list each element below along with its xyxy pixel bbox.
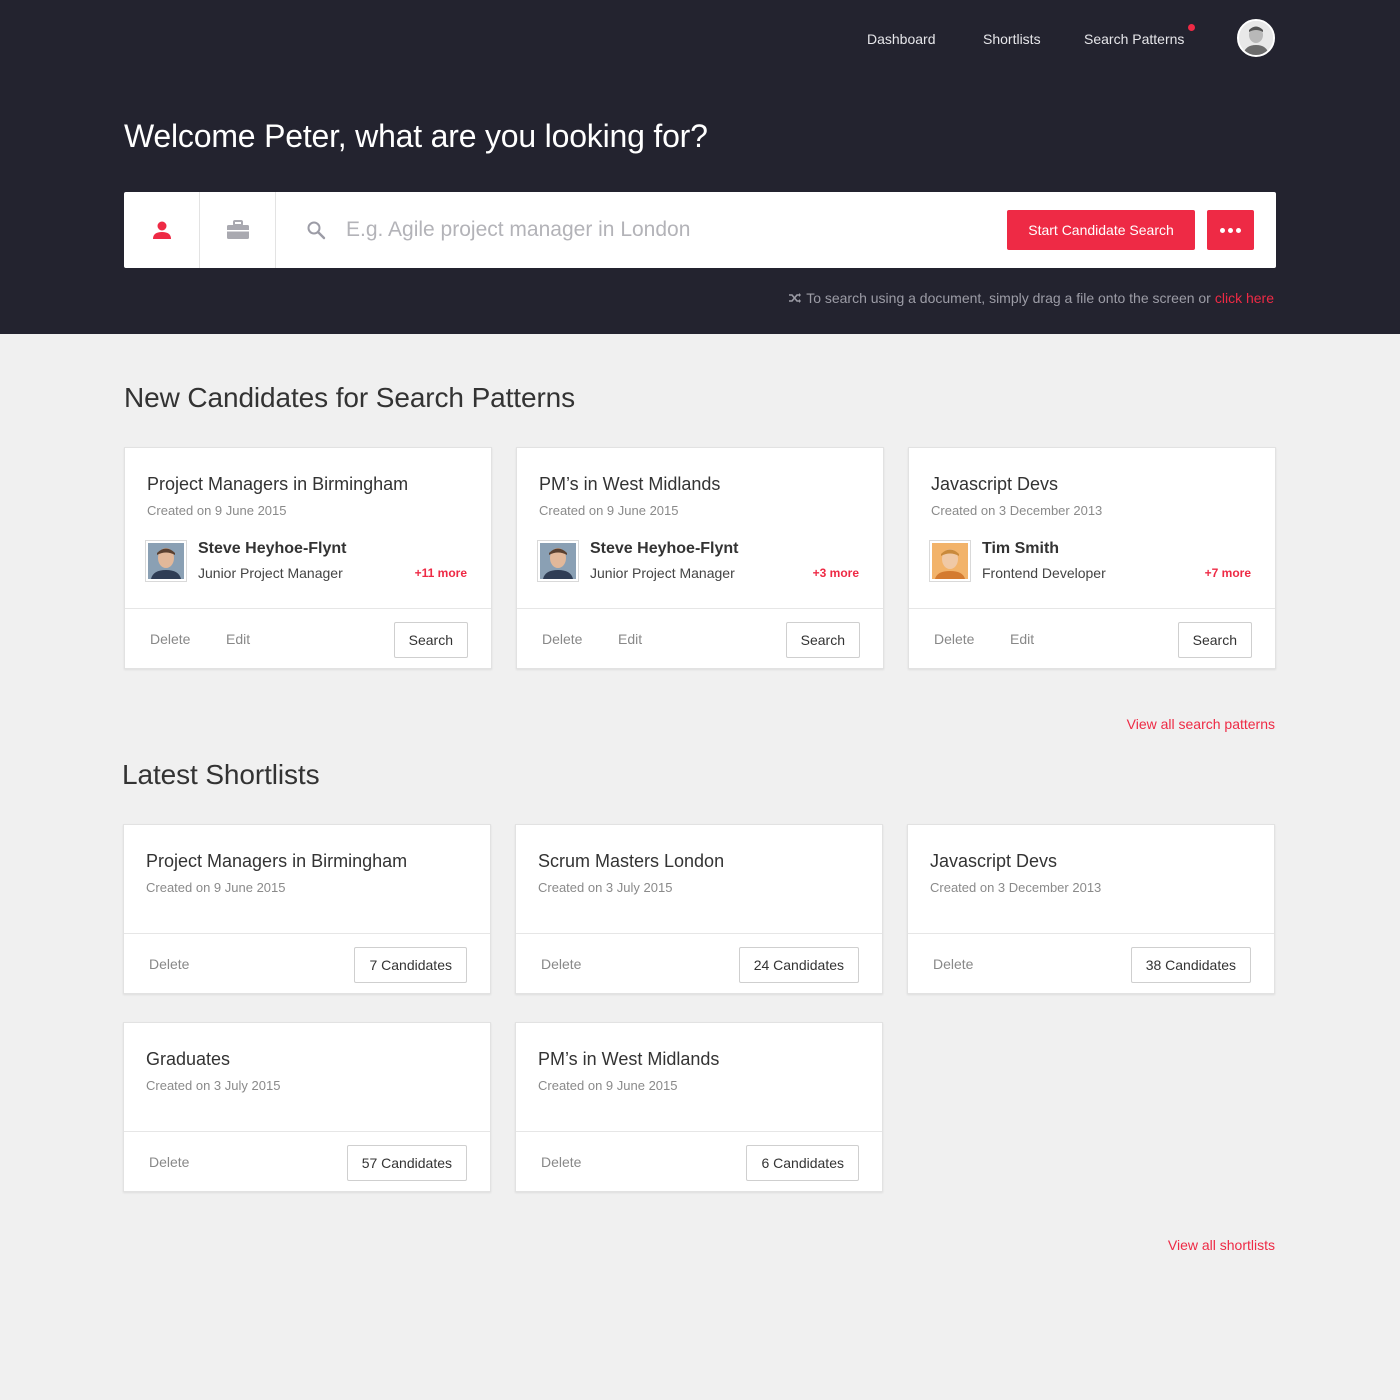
nav-shortlists[interactable]: Shortlists — [983, 31, 1041, 47]
document-search-hint: To search using a document, simply drag … — [788, 290, 1274, 306]
search-bar: Start Candidate Search — [124, 192, 1276, 268]
more-candidates-link[interactable]: +3 more — [813, 566, 859, 580]
candidate-photo[interactable] — [537, 540, 579, 582]
card-date: Created on 9 June 2015 — [147, 503, 287, 518]
card-title: PM’s in West Midlands — [538, 1049, 720, 1069]
job-tab[interactable] — [200, 192, 276, 268]
search-pattern-card: PM’s in West Midlands Created on 9 June … — [516, 447, 884, 669]
candidate-avatar-icon — [540, 543, 576, 579]
view-all-search-patterns-link[interactable]: View all search patterns — [1127, 716, 1275, 732]
shortlist-card: Graduates Created on 3 July 2015 Delete … — [123, 1022, 491, 1192]
card-title: Project Managers in Birmingham — [146, 851, 408, 871]
card-date: Created on 9 June 2015 — [539, 503, 679, 518]
card-date: Created on 3 December 2013 — [930, 880, 1102, 895]
shortlist-card: Scrum Masters London Created on 3 July 2… — [515, 824, 883, 994]
candidate-name[interactable]: Steve Heyhoe-Flynt — [590, 540, 738, 558]
delete-button[interactable]: Delete — [934, 631, 974, 647]
more-candidates-link[interactable]: +11 more — [415, 566, 467, 580]
card-footer: Delete Edit Search — [909, 608, 1275, 668]
card-title: Scrum Masters London — [538, 851, 725, 871]
candidate-tab[interactable] — [124, 192, 200, 268]
card-date: Created on 9 June 2015 — [146, 880, 286, 895]
search-input[interactable] — [346, 212, 986, 248]
card-footer: Delete 57 Candidates — [124, 1131, 490, 1191]
candidate-avatar-icon — [148, 543, 184, 579]
edit-button[interactable]: Edit — [226, 631, 250, 647]
search-icon — [307, 221, 326, 240]
avatar-icon — [1239, 21, 1273, 55]
card-footer: Delete Edit Search — [517, 608, 883, 668]
more-candidates-link[interactable]: +7 more — [1205, 566, 1251, 580]
card-date: Created on 9 June 2015 — [538, 1078, 678, 1093]
search-button[interactable]: Search — [393, 622, 468, 658]
search-button[interactable]: Search — [785, 622, 860, 658]
briefcase-icon — [226, 220, 249, 239]
dot-icon — [1220, 227, 1225, 233]
user-avatar[interactable] — [1237, 19, 1275, 57]
nav-dashboard[interactable]: Dashboard — [867, 31, 936, 47]
search-pattern-card: Javascript Devs Created on 3 December 20… — [908, 447, 1276, 669]
delete-button[interactable]: Delete — [542, 631, 582, 647]
candidate-role: Junior Project Manager — [590, 565, 735, 581]
click-here-link[interactable]: click here — [1215, 290, 1274, 306]
candidate-photo[interactable] — [929, 540, 971, 582]
candidates-count-button[interactable]: 57 Candidates — [346, 1145, 467, 1181]
delete-button[interactable]: Delete — [150, 631, 190, 647]
candidate-avatar-icon — [932, 543, 968, 579]
delete-button[interactable]: Delete — [149, 1154, 189, 1170]
edit-button[interactable]: Edit — [618, 631, 642, 647]
candidate-name[interactable]: Steve Heyhoe-Flynt — [198, 540, 346, 558]
person-icon — [152, 221, 171, 239]
candidates-count-button[interactable]: 6 Candidates — [746, 1145, 859, 1181]
search-pattern-card: Project Managers in Birmingham Created o… — [124, 447, 492, 669]
card-date: Created on 3 July 2015 — [538, 880, 673, 895]
card-footer: Delete 24 Candidates — [516, 933, 882, 993]
edit-button[interactable]: Edit — [1010, 631, 1034, 647]
card-footer: Delete Edit Search — [125, 608, 491, 668]
start-candidate-search-button[interactable]: Start Candidate Search — [1007, 210, 1195, 250]
card-date: Created on 3 December 2013 — [931, 503, 1103, 518]
hint-text: To search using a document, simply drag … — [806, 290, 1211, 306]
delete-button[interactable]: Delete — [541, 1154, 581, 1170]
card-footer: Delete 38 Candidates — [908, 933, 1274, 993]
dot-icon — [1228, 227, 1233, 233]
card-title: Javascript Devs — [931, 474, 1059, 494]
candidates-count-button[interactable]: 24 Candidates — [738, 947, 859, 983]
header: Dashboard Shortlists Search Patterns Wel… — [0, 0, 1400, 334]
card-footer: Delete 7 Candidates — [124, 933, 490, 993]
card-title: Project Managers in Birmingham — [147, 474, 409, 494]
welcome-heading: Welcome Peter, what are you looking for? — [124, 118, 708, 154]
notification-dot — [1188, 24, 1195, 31]
candidates-count-button[interactable]: 7 Candidates — [354, 947, 467, 983]
candidate-name[interactable]: Tim Smith — [982, 540, 1059, 558]
search-patterns-heading: New Candidates for Search Patterns — [124, 382, 576, 413]
shuffle-icon — [789, 293, 802, 303]
card-title: Javascript Devs — [930, 851, 1058, 871]
candidate-photo[interactable] — [145, 540, 187, 582]
nav-search-patterns[interactable]: Search Patterns — [1084, 31, 1184, 47]
shortlists-heading: Latest Shortlists — [122, 759, 320, 790]
candidate-role: Junior Project Manager — [198, 565, 343, 581]
candidates-count-button[interactable]: 38 Candidates — [1130, 947, 1251, 983]
card-date: Created on 3 July 2015 — [146, 1078, 281, 1093]
shortlist-card: PM’s in West Midlands Created on 9 June … — [515, 1022, 883, 1192]
card-footer: Delete 6 Candidates — [516, 1131, 882, 1191]
delete-button[interactable]: Delete — [541, 956, 581, 972]
dot-icon — [1236, 227, 1241, 233]
delete-button[interactable]: Delete — [149, 956, 189, 972]
candidate-role: Frontend Developer — [982, 565, 1106, 581]
view-all-shortlists-link[interactable]: View all shortlists — [1168, 1237, 1275, 1253]
search-button[interactable]: Search — [1177, 622, 1252, 658]
shortlist-card: Project Managers in Birmingham Created o… — [123, 824, 491, 994]
shortlist-card: Javascript Devs Created on 3 December 20… — [907, 824, 1275, 994]
card-title: Graduates — [146, 1049, 231, 1069]
delete-button[interactable]: Delete — [933, 956, 973, 972]
more-options-button[interactable] — [1207, 210, 1254, 250]
card-title: PM’s in West Midlands — [539, 474, 721, 494]
